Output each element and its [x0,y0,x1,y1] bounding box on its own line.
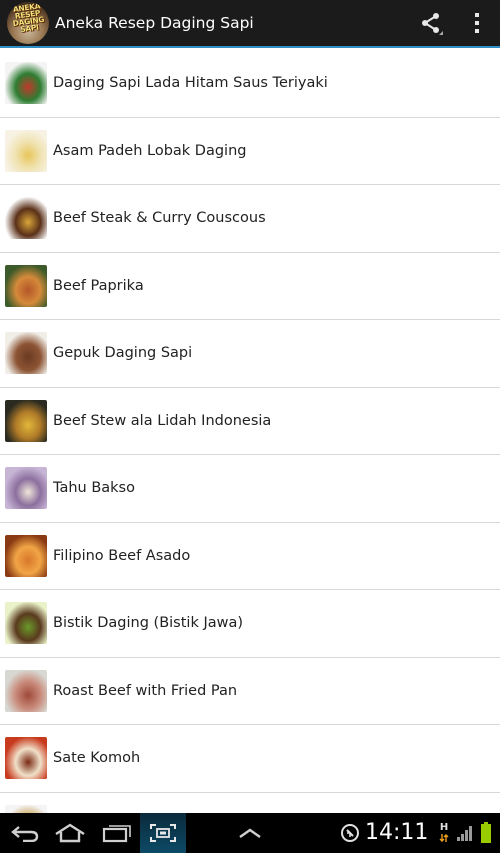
data-arrows-icon [439,834,449,842]
recipe-thumbnail [5,669,47,712]
recipe-title: Filipino Beef Asado [53,547,191,564]
recipe-title: Beef Paprika [53,277,144,294]
recipe-thumbnail [5,129,47,172]
recipe-thumbnail [5,197,47,240]
system-nav-bar: 14:11 H [0,813,500,853]
recent-apps-icon [102,825,131,843]
recipe-title: Asam Padeh Lobak Daging [53,142,247,159]
signal-icon [457,826,472,841]
app-logo-text: ANEKA RESEP DAGING SAPI [12,2,45,35]
battery-indicator [478,813,494,853]
overflow-menu-icon [475,13,479,33]
back-button[interactable] [4,813,44,853]
recipe-list-item[interactable]: Daging Sapi Lada Hitam Saus Teriyaki [0,50,500,118]
recipe-list-item[interactable]: Tahu Bakso [0,455,500,523]
recipe-title: Sate Komoh [53,750,141,767]
overflow-menu-button[interactable] [454,0,500,47]
recipe-list-item[interactable]: Roast Beef with Fried Pan [0,658,500,725]
recipe-list-item[interactable]: Gepuk Daging Sapi [0,320,500,388]
recipe-list-item[interactable]: Beef Paprika [0,253,500,320]
app-logo-icon[interactable]: ANEKA RESEP DAGING SAPI [7,2,49,44]
recipe-thumbnail [5,62,47,105]
recipe-thumbnail [5,467,47,510]
no-sim-indicator [338,813,362,853]
recipe-thumbnail [5,332,47,375]
recipe-title: Daging Sapi Lada Hitam Saus Teriyaki [53,75,328,92]
recipe-title: Tahu Bakso [53,480,135,497]
screenshot-icon [150,824,176,842]
recipe-thumbnail [5,399,47,442]
recipe-list-item[interactable]: Beef Stew ala Lidah Indonesia [0,388,500,455]
recipe-list-item[interactable]: Bistik Daging (Bistik Jawa) [0,590,500,658]
action-bar: ANEKA RESEP DAGING SAPI Aneka Resep Dagi… [0,0,500,48]
recipe-thumbnail [5,264,47,307]
share-icon [422,13,443,35]
recipe-title: Gepuk Daging Sapi [53,345,193,362]
app-title: Aneka Resep Daging Sapi [55,14,254,32]
home-button[interactable] [50,813,90,853]
status-clock: 14:11 [365,820,429,845]
network-type-indicator: H [436,813,452,853]
recipe-list-item[interactable]: Asam Padeh Lobak Daging [0,118,500,185]
recent-apps-button[interactable] [97,813,137,853]
recipe-thumbnail [5,534,47,577]
share-button[interactable] [408,0,454,47]
recipe-list-item[interactable]: Beef Steak & Curry Couscous [0,185,500,253]
recipe-thumbnail [5,737,47,780]
recipe-list: Daging Sapi Lada Hitam Saus Teriyaki Asam… [0,50,500,853]
recipe-list-item[interactable]: Sate Komoh [0,725,500,793]
battery-icon [481,822,491,843]
menu-up-icon [239,828,261,838]
recipe-title: Beef Steak & Curry Couscous [53,210,266,227]
recipe-list-item[interactable]: Filipino Beef Asado [0,523,500,590]
recipe-title: Bistik Daging (Bistik Jawa) [53,615,244,632]
recipe-thumbnail [5,602,47,645]
menu-button[interactable] [232,813,268,853]
no-sim-icon [341,824,359,842]
network-type-label: H [439,822,449,833]
signal-indicator [455,813,475,853]
home-icon [55,823,85,843]
recipe-title: Beef Stew ala Lidah Indonesia [53,412,272,429]
recipe-title: Roast Beef with Fried Pan [53,682,238,699]
back-icon [11,826,39,842]
screenshot-button[interactable] [140,813,186,853]
